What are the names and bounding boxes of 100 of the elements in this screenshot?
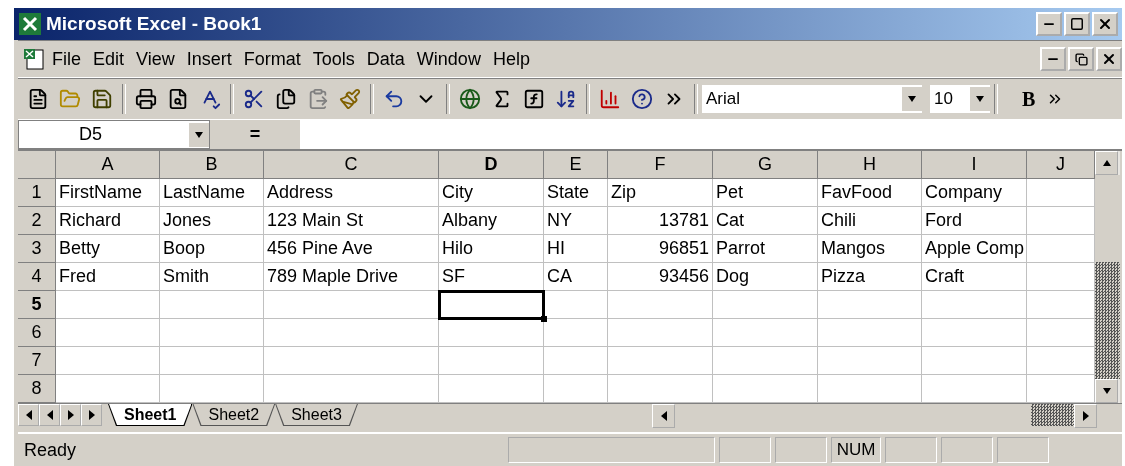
table-cell: Cat <box>713 207 818 235</box>
scroll-up-icon <box>1102 158 1111 168</box>
sheet-tab[interactable]: Sheet1 <box>108 404 193 426</box>
table-cell: State <box>544 179 608 207</box>
table-cell: Craft <box>922 263 1027 291</box>
undo-icon <box>383 88 405 110</box>
column-header[interactable]: G <box>713 151 818 179</box>
status-text: Ready <box>23 439 78 461</box>
scroll-down-button[interactable] <box>1095 379 1118 403</box>
folder-icon <box>59 88 81 110</box>
sheet-tab[interactable]: Sheet3 <box>275 404 358 426</box>
next-sheet-button[interactable] <box>60 404 81 426</box>
table-cell: CA <box>544 263 608 291</box>
column-header[interactable]: C <box>264 151 439 179</box>
row-header[interactable]: 5 <box>18 291 56 319</box>
scroll-left-button[interactable] <box>652 404 675 428</box>
table-cell: FavFood <box>818 179 922 207</box>
menu-item[interactable]: File <box>46 48 87 70</box>
row-header[interactable]: 4 <box>18 263 56 291</box>
menu-item[interactable]: View <box>130 48 181 70</box>
row-header[interactable]: 2 <box>18 207 56 235</box>
menu-item[interactable]: Data <box>360 48 411 70</box>
bold-button[interactable]: B <box>1016 86 1042 112</box>
table-cell: 13781 <box>608 207 713 235</box>
globe-icon <box>459 88 481 110</box>
font-name-field[interactable]: Arial <box>702 85 922 113</box>
paste-icon <box>307 88 329 110</box>
column-header[interactable]: D <box>439 151 544 179</box>
table-cell: Pizza <box>818 263 922 291</box>
select-all-corner[interactable] <box>18 151 56 179</box>
formula-field[interactable] <box>300 120 1122 149</box>
table-cell: NY <box>544 207 608 235</box>
scroll-down-icon <box>1102 386 1111 396</box>
close-button[interactable] <box>1092 12 1118 36</box>
table-cell: Pet <box>713 179 818 207</box>
previous-sheet-button[interactable] <box>39 404 60 426</box>
menu-item[interactable]: Edit <box>87 48 131 70</box>
dropdown-arrow-icon <box>195 129 203 140</box>
status-panel <box>997 437 1049 463</box>
table-cell: Richard <box>56 207 160 235</box>
close-icon <box>1097 16 1113 32</box>
table-cell: City <box>439 179 544 207</box>
minimize-button[interactable] <box>1040 47 1066 71</box>
table-cell: LastName <box>160 179 264 207</box>
scrollbar-thumb[interactable] <box>1095 262 1120 379</box>
workbook-icon <box>22 47 46 71</box>
table-cell: Fred <box>56 263 160 291</box>
restore-button[interactable] <box>1068 47 1094 71</box>
close-button[interactable] <box>1096 47 1122 71</box>
scrollbar-thumb[interactable] <box>1031 404 1074 426</box>
excel-logo-icon <box>18 12 42 36</box>
maximize-icon <box>1070 17 1084 31</box>
column-header[interactable]: H <box>818 151 922 179</box>
column-header[interactable]: I <box>922 151 1027 179</box>
menu-item[interactable]: Window <box>410 48 487 70</box>
vertical-scrollbar[interactable] <box>1095 151 1120 403</box>
restore-icon <box>1074 52 1088 66</box>
table-cell: 789 Maple Drive <box>264 263 439 291</box>
row-header[interactable]: 8 <box>18 375 56 403</box>
row-header[interactable]: 7 <box>18 347 56 375</box>
row-header[interactable]: 1 <box>18 179 56 207</box>
table-cell: Boop <box>160 235 264 263</box>
table-cell: Betty <box>56 235 160 263</box>
sheet-tab[interactable]: Sheet2 <box>192 404 276 426</box>
table-cell: Apple Comp <box>922 235 1027 263</box>
scroll-left-icon <box>659 411 668 421</box>
table-cell: Company <box>922 179 1027 207</box>
horizontal-scrollbar[interactable] <box>652 404 1097 426</box>
menu-item[interactable]: Insert <box>180 48 238 70</box>
maximize-button[interactable] <box>1064 12 1090 36</box>
column-header[interactable]: E <box>544 151 608 179</box>
name-box[interactable]: D5 <box>18 120 210 149</box>
menu-item[interactable]: Tools <box>306 48 361 70</box>
function-icon <box>523 88 545 110</box>
column-header[interactable]: J <box>1027 151 1095 179</box>
format-painter-icon <box>339 88 361 110</box>
first-sheet-button[interactable] <box>18 404 39 426</box>
table-cell: HI <box>544 235 608 263</box>
column-header[interactable]: F <box>608 151 713 179</box>
help-icon <box>631 88 653 110</box>
column-header[interactable]: B <box>160 151 264 179</box>
column-header[interactable]: A <box>56 151 160 179</box>
equals-sign: = <box>248 123 262 146</box>
row-header[interactable]: 3 <box>18 235 56 263</box>
table-cell: FirstName <box>56 179 160 207</box>
row-header[interactable]: 6 <box>18 319 56 347</box>
save-icon <box>91 88 113 110</box>
table-cell: Address <box>264 179 439 207</box>
menu-item[interactable]: Format <box>237 48 307 70</box>
status-panel <box>941 437 993 463</box>
table-cell: 93456 <box>608 263 713 291</box>
scroll-up-button[interactable] <box>1095 151 1118 175</box>
last-sheet-button[interactable] <box>81 404 102 426</box>
fill-handle[interactable] <box>541 316 547 322</box>
menu-item[interactable]: Help <box>486 48 536 70</box>
previous-icon <box>45 410 54 420</box>
scroll-right-button[interactable] <box>1074 404 1097 428</box>
font-size-field[interactable]: 10 <box>930 85 990 113</box>
dropdown-arrow-icon <box>976 94 984 104</box>
minimize-button[interactable] <box>1036 12 1062 36</box>
